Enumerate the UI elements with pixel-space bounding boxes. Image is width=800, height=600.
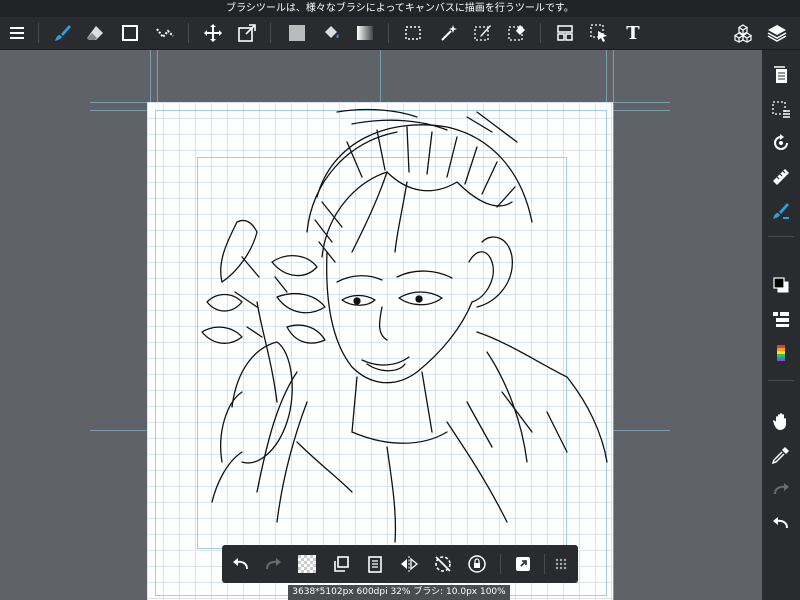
shape-icon [122,25,138,41]
eraser-tool-button[interactable] [80,17,110,49]
layer-list-button[interactable] [766,304,796,334]
hand-icon [773,413,786,430]
sketch-drawing [201,108,608,543]
bottom-toolbar [222,545,578,583]
dot-icon [156,28,174,39]
select-rect-icon [405,26,421,40]
undo-button-bottom[interactable] [226,549,256,579]
material-button[interactable] [728,17,758,49]
move-icon [204,24,222,42]
eyedropper-icon [771,447,789,465]
color-swatch-button[interactable] [766,270,796,300]
ruler-button[interactable] [766,162,796,192]
redo-button-bottom[interactable] [258,549,288,579]
move-tool-button[interactable] [198,17,228,49]
select-pen-tool-button[interactable] [468,17,498,49]
rotate-reset-button[interactable] [428,549,458,579]
canvas-area[interactable] [0,50,762,600]
status-bar: 3638*5102px 600dpi 32% ブラシ: 10.0px 100% [288,585,510,600]
page-icon [774,66,787,83]
flip-icon [401,556,419,572]
transparent-icon [298,555,316,573]
paste-icon [368,556,382,573]
transform-icon [238,24,256,42]
shape-tool-button[interactable] [115,17,145,49]
select-eraser-tool-button[interactable] [502,17,532,49]
paper-canvas[interactable] [147,102,613,600]
more-button[interactable] [546,549,576,579]
rotate-view-icon [774,134,788,150]
transparent-button[interactable] [292,549,322,579]
redo-icon [774,483,789,495]
top-toolbar: T [0,17,800,50]
brush-icon [55,25,71,41]
paste-button[interactable] [360,549,390,579]
material-icon [733,24,753,43]
rotate-view-button[interactable] [766,128,796,158]
select-layer-button[interactable] [766,94,796,124]
fill-color-button[interactable] [282,17,312,49]
bucket-tool-button[interactable] [316,17,346,49]
undo-icon [773,517,788,529]
gradient-tool-button[interactable] [350,17,380,49]
right-toolbar [762,50,800,600]
snap-icon [516,557,530,571]
magic-wand-icon [441,25,457,41]
page-button[interactable] [766,60,796,90]
select-eraser-icon [508,25,525,41]
select-operation-tool-button[interactable] [584,17,614,49]
eyedropper-button[interactable] [766,440,796,470]
flip-button[interactable] [394,549,424,579]
dot-tool-button[interactable] [150,17,180,49]
gradient-icon [357,26,373,40]
select-rect-tool-button[interactable] [398,17,428,49]
more-icon [555,558,567,570]
tool-tip-bar: ブラシツールは、様々なブラシによってキャンバスに描画を行うツールです。 [0,0,800,17]
ruler-icon [773,169,789,185]
brush-tool-button[interactable] [48,17,78,49]
rotate-reset-icon [435,556,451,572]
layer-button[interactable] [762,17,792,49]
brush-panel-button[interactable] [766,196,796,226]
menu-button[interactable] [2,17,32,49]
redo-button[interactable] [766,474,796,504]
copy-button[interactable] [326,549,356,579]
snap-button[interactable] [508,549,538,579]
lock-button[interactable] [462,549,492,579]
text-tool-button[interactable]: T [618,17,648,49]
copy-icon [334,556,349,572]
magic-wand-tool-button[interactable] [434,17,464,49]
palette-icon [777,345,785,361]
hand-button[interactable] [766,406,796,436]
layer-icon [767,25,787,42]
frame-icon [557,25,573,41]
undo-icon [233,558,248,570]
select-operation-icon [590,24,607,42]
select-layer-icon [772,101,790,118]
lock-icon [468,555,486,573]
transform-tool-button[interactable] [232,17,262,49]
brush-panel-icon [773,203,789,219]
frame-tool-button[interactable] [550,17,580,49]
text-icon: T [626,22,640,44]
menu-icon [10,27,24,39]
bucket-icon [325,26,339,38]
undo-button[interactable] [766,508,796,538]
eraser-icon [87,26,103,40]
select-pen-icon [474,25,491,41]
color-swatch-icon [773,277,789,293]
redo-icon [266,558,281,570]
fill-color-icon [289,25,305,41]
palette-button[interactable] [766,338,796,368]
layer-list-icon [773,312,789,327]
